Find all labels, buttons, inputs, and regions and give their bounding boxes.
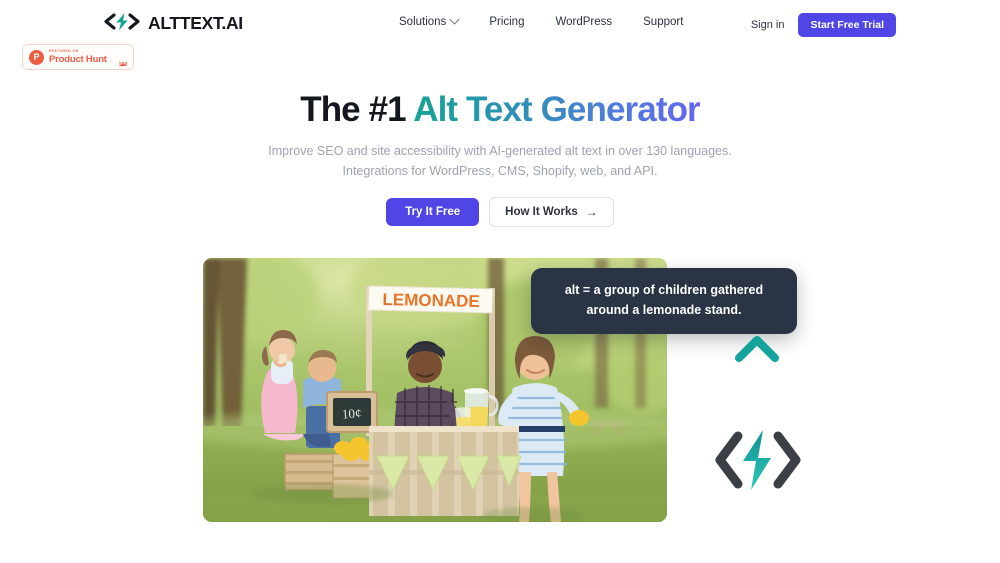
page-title: The #1 Alt Text Generator bbox=[0, 90, 1000, 130]
nav-item-wordpress[interactable]: WordPress bbox=[555, 16, 612, 28]
how-it-works-button[interactable]: How It Works → bbox=[489, 197, 614, 227]
chevron-down-icon bbox=[449, 14, 460, 25]
product-hunt-name: Product Hunt bbox=[49, 53, 107, 65]
subheading-line-1: Improve SEO and site accessibility with … bbox=[268, 144, 732, 158]
arrow-right-icon: → bbox=[585, 205, 598, 219]
sign-in-link[interactable]: Sign in bbox=[751, 19, 785, 31]
nav-item-label: Solutions bbox=[399, 16, 447, 28]
product-hunt-text: FEATURED ON Product Hunt bbox=[49, 48, 114, 65]
nav-item-pricing[interactable]: Pricing bbox=[489, 16, 524, 28]
product-hunt-featured-label: FEATURED ON bbox=[49, 48, 79, 53]
hero-subheading: Improve SEO and site accessibility with … bbox=[0, 142, 1000, 182]
code-integration-graphic bbox=[668, 332, 818, 492]
headline-gradient-part: Alt Text Generator bbox=[413, 90, 700, 129]
lemonade-sign-text: LEMONADE bbox=[382, 290, 480, 311]
nav-item-support[interactable]: Support bbox=[643, 16, 683, 28]
code-bolt-icon bbox=[103, 12, 141, 36]
product-hunt-icon: P bbox=[29, 49, 44, 65]
hero-cta-group: Try It Free How It Works → bbox=[0, 197, 1000, 227]
logo-text: ALTTEXT.AI bbox=[148, 13, 243, 34]
product-hunt-badge[interactable]: P FEATURED ON Product Hunt 159 bbox=[22, 44, 134, 70]
try-it-free-button[interactable]: Try It Free bbox=[386, 198, 480, 226]
how-it-works-label: How It Works bbox=[505, 206, 578, 218]
product-hunt-upvotes: 159 bbox=[118, 45, 127, 68]
headline-dark-part: The #1 bbox=[300, 90, 414, 129]
nav-item-solutions[interactable]: Solutions bbox=[399, 14, 460, 28]
product-hunt-upvote-count: 159 bbox=[118, 61, 127, 68]
start-free-trial-button[interactable]: Start Free Trial bbox=[798, 13, 896, 37]
dotted-arrow-up-icon bbox=[735, 336, 779, 440]
main-navigation: Solutions Pricing WordPress Support bbox=[399, 14, 683, 28]
logo[interactable]: ALTTEXT.AI bbox=[103, 12, 243, 36]
site-header: ALTTEXT.AI Solutions Pricing WordPress S… bbox=[0, 0, 1000, 46]
stand-fence bbox=[369, 426, 522, 516]
price-text: 10¢ bbox=[341, 405, 361, 421]
subheading-line-2: Integrations for WordPress, CMS, Shopify… bbox=[342, 163, 658, 178]
alt-text-tooltip: alt = a group of children gathered aroun… bbox=[531, 268, 797, 334]
header-actions: Sign in Start Free Trial bbox=[751, 13, 896, 37]
